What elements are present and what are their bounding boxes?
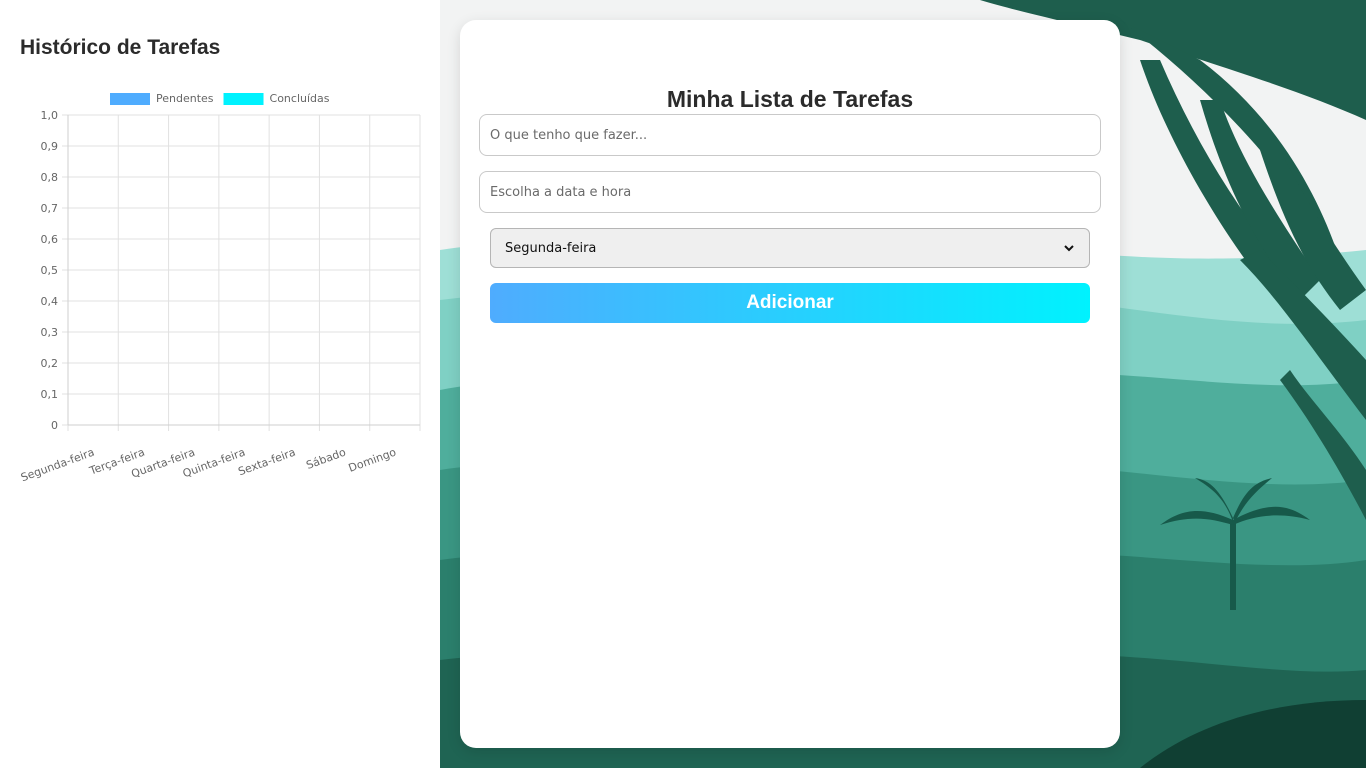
y-tick-label: 0,8 — [41, 171, 59, 184]
datetime-input[interactable] — [479, 171, 1101, 213]
y-tick-label: 0,9 — [41, 140, 59, 153]
legend-swatch — [110, 93, 150, 105]
y-tick-label: 0,6 — [41, 233, 59, 246]
y-tick-label: 0,5 — [41, 264, 59, 277]
legend-swatch — [223, 93, 264, 105]
y-tick-label: 0 — [51, 419, 58, 432]
x-tick-label: Sábado — [304, 446, 347, 472]
page-title: Minha Lista de Tarefas — [666, 86, 914, 112]
day-select-value: Segunda-feira — [505, 240, 597, 256]
history-chart: Pendentes Concluídas 0 0,1 0,2 0,3 0,4 0,5 0,6 0,… — [19, 92, 421, 485]
x-tick-label: Sexta-feira — [236, 446, 297, 479]
y-tick-label: 1,0 — [41, 109, 59, 122]
add-task-button[interactable]: Adicionar — [490, 283, 1090, 323]
y-tick-label: 0,1 — [41, 388, 59, 401]
history-sidebar: Histórico de Tarefas Pendentes Concluídas… — [0, 0, 440, 768]
x-tick-label: Domingo — [347, 446, 398, 475]
todo-card: Minha Lista de Tarefas Segunda-feira Adi… — [460, 20, 1120, 748]
y-tick-label: 0,3 — [41, 326, 59, 339]
chevron-down-icon — [1064, 245, 1074, 252]
legend-label: Pendentes — [156, 92, 214, 105]
task-input[interactable] — [479, 114, 1101, 156]
history-title: Histórico de Tarefas — [20, 36, 221, 59]
y-tick-label: 0,4 — [41, 295, 59, 308]
y-tick-label: 0,2 — [41, 357, 59, 370]
day-select[interactable]: Segunda-feira — [490, 228, 1090, 268]
legend-label: Concluídas — [270, 92, 330, 105]
x-tick-label: Segunda-feira — [19, 446, 96, 485]
y-tick-label: 0,7 — [41, 202, 59, 215]
